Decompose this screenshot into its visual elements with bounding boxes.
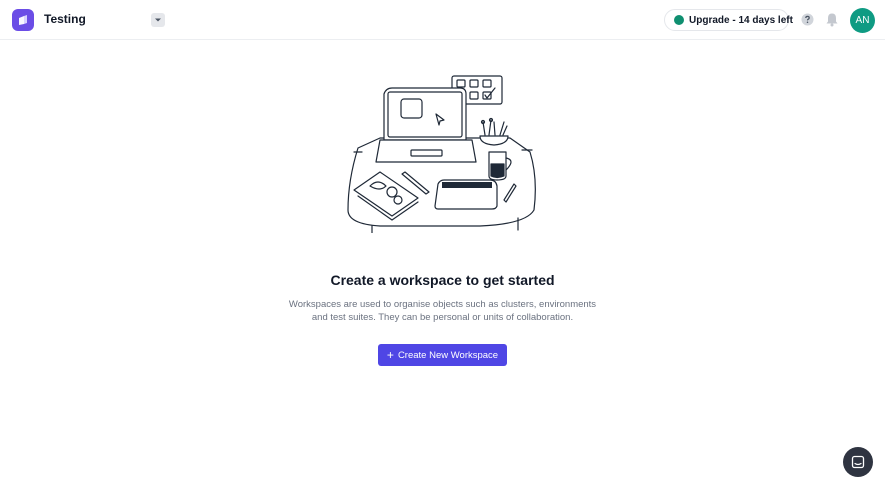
upgrade-label: Upgrade - 14 days left [689, 14, 793, 26]
avatar[interactable]: AN [850, 8, 875, 33]
top-bar: Testing Upgrade - 14 days left AN [0, 0, 885, 40]
bell-icon[interactable] [825, 12, 839, 27]
chevron-down-icon[interactable] [151, 13, 165, 27]
empty-state-title: Create a workspace to get started [330, 272, 555, 288]
chat-icon[interactable] [843, 447, 873, 477]
upgrade-button[interactable]: Upgrade - 14 days left [664, 9, 793, 31]
help-icon[interactable] [801, 13, 814, 26]
empty-state-description: Workspaces are used to organise objects … [288, 299, 597, 323]
create-new-workspace-label: Create New Workspace [397, 349, 499, 361]
plus-icon: + [386, 348, 394, 362]
workspace-name[interactable]: Testing [44, 12, 86, 26]
create-new-workspace-button[interactable]: + Create New Workspace [378, 344, 507, 366]
status-dot-icon [674, 15, 684, 25]
app-logo-icon[interactable] [12, 9, 34, 31]
workspace-illustration [340, 68, 545, 234]
